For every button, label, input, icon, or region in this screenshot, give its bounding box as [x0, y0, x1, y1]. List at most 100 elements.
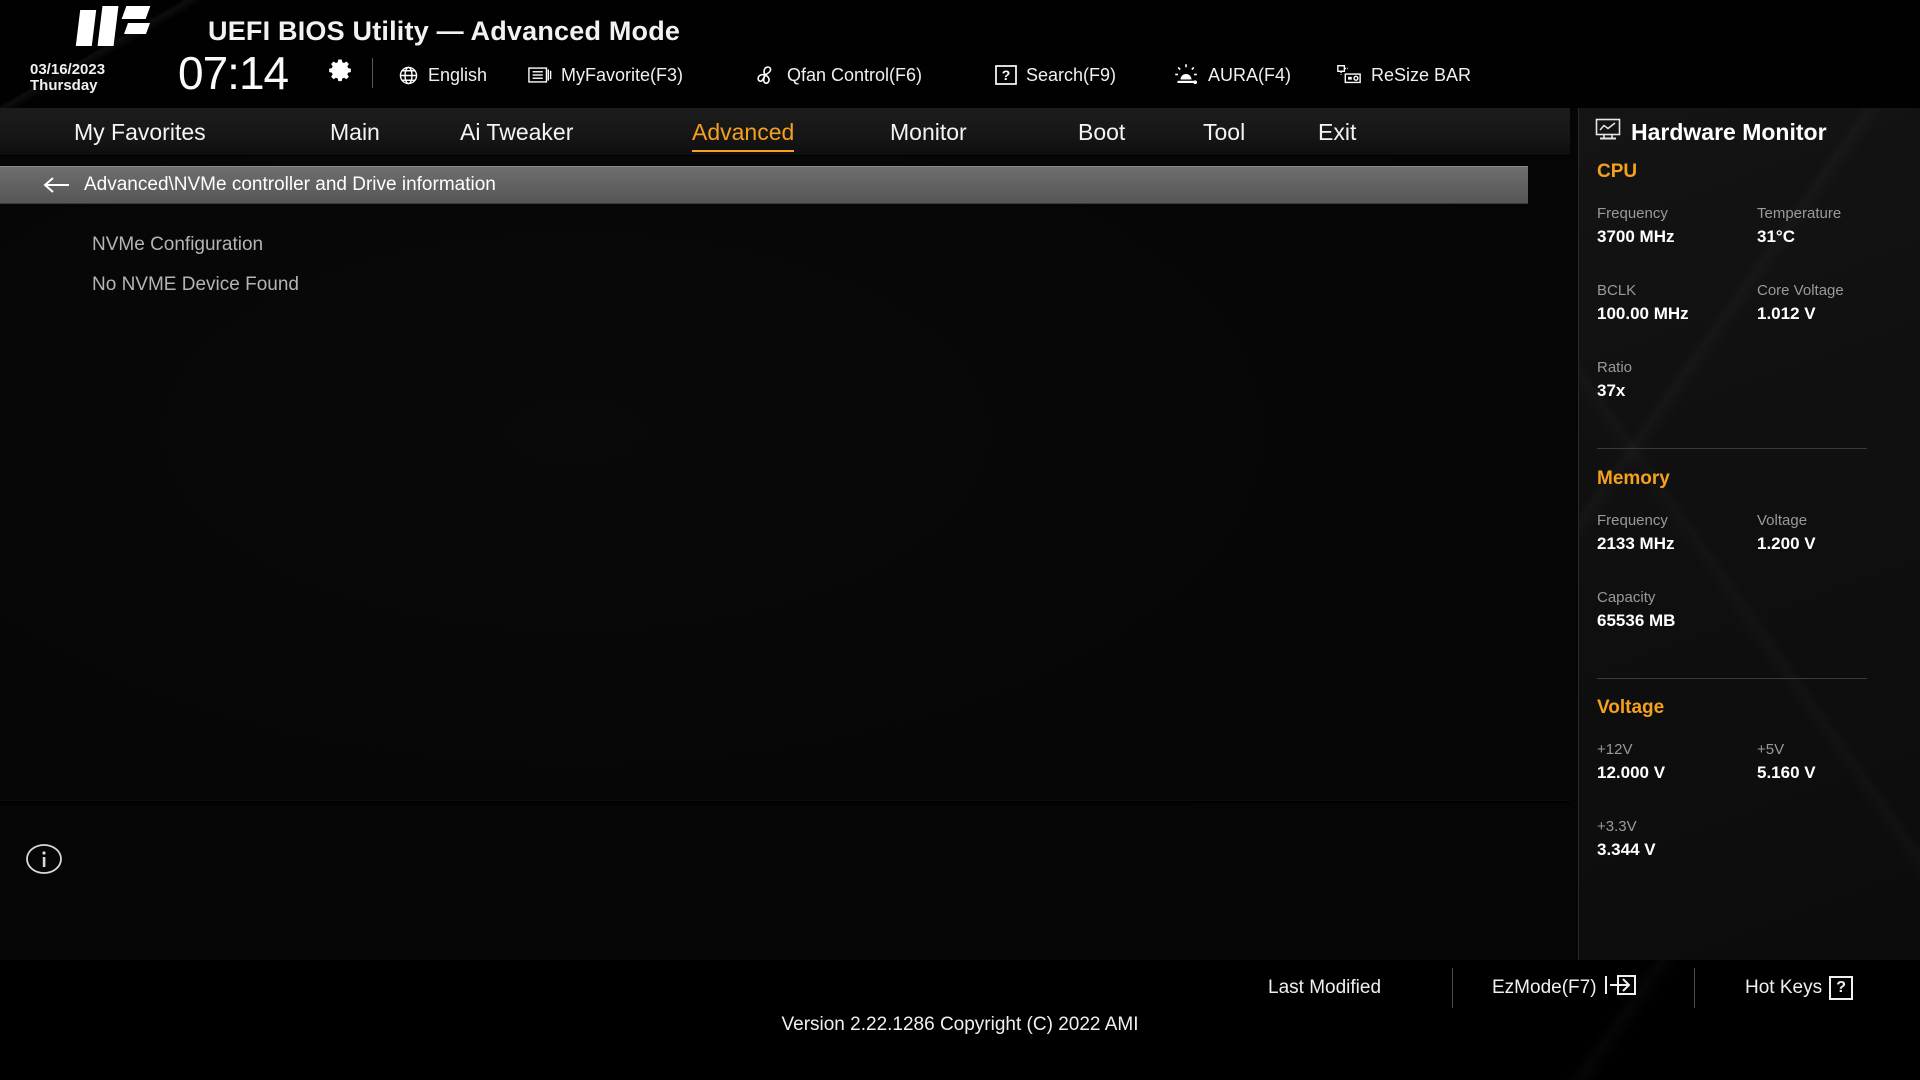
- field-label: Temperature: [1757, 205, 1841, 222]
- tab-exit[interactable]: Exit: [1318, 108, 1356, 156]
- tab-label: Ai Tweaker: [460, 119, 573, 146]
- list-item: No NVME Device Found: [92, 270, 299, 300]
- field-value: 1.012 V: [1757, 304, 1844, 324]
- monitor-chart-icon: [1595, 118, 1621, 146]
- qfan-control-button[interactable]: Qfan Control(F6): [752, 60, 922, 90]
- field-voltage-5v: +5V 5.160 V: [1757, 741, 1816, 783]
- aura-label: AURA(F4): [1208, 65, 1291, 86]
- field-value: 31°C: [1757, 227, 1841, 247]
- field-value: 3700 MHz: [1597, 227, 1674, 247]
- hotkeys-button[interactable]: Hot Keys ?: [1745, 970, 1853, 1006]
- field-value: 5.160 V: [1757, 763, 1816, 783]
- field-label: +12V: [1597, 741, 1665, 758]
- tab-label: My Favorites: [74, 119, 206, 146]
- tab-advanced[interactable]: Advanced: [692, 108, 794, 156]
- info-icon[interactable]: [25, 840, 63, 878]
- header-divider: [372, 58, 373, 88]
- question-box-icon: ?: [1829, 976, 1853, 1000]
- field-label: Voltage: [1757, 512, 1816, 529]
- field-label: Frequency: [1597, 512, 1674, 529]
- field-value: 12.000 V: [1597, 763, 1665, 783]
- field-value: 3.344 V: [1597, 840, 1656, 860]
- field-label: +5V: [1757, 741, 1816, 758]
- tab-label: Monitor: [890, 119, 967, 146]
- tab-boot[interactable]: Boot: [1078, 108, 1125, 156]
- list-item-label: No NVME Device Found: [92, 274, 299, 296]
- field-label: +3.3V: [1597, 818, 1656, 835]
- search-label: Search(F9): [1026, 65, 1116, 86]
- page-title: UEFI BIOS Utility — Advanced Mode: [208, 16, 680, 47]
- myfavorite-label: MyFavorite(F3): [561, 65, 683, 86]
- gear-icon[interactable]: [327, 58, 353, 84]
- field-label: Frequency: [1597, 205, 1674, 222]
- last-modified-button[interactable]: Last Modified: [1268, 970, 1381, 1006]
- question-box-icon: ?: [995, 64, 1017, 86]
- section-divider: [1597, 678, 1867, 679]
- section-title-voltage: Voltage: [1597, 697, 1664, 719]
- hardware-monitor-panel: Hardware Monitor CPU Frequency 3700 MHz …: [1578, 108, 1920, 960]
- last-modified-label: Last Modified: [1268, 977, 1381, 999]
- field-voltage-12v: +12V 12.000 V: [1597, 741, 1665, 783]
- field-value: 1.200 V: [1757, 534, 1816, 554]
- svg-text:?: ?: [1002, 67, 1011, 83]
- hardware-monitor-header: Hardware Monitor: [1595, 118, 1827, 146]
- myfavorite-button[interactable]: MyFavorite(F3): [528, 60, 683, 90]
- aura-button[interactable]: AURA(F4): [1173, 60, 1291, 90]
- date-value: 03/16/2023: [30, 62, 105, 78]
- field-cpu-ratio: Ratio 37x: [1597, 359, 1632, 401]
- header-bar: UEFI BIOS Utility — Advanced Mode 03/16/…: [0, 0, 1920, 108]
- back-arrow-icon[interactable]: [42, 175, 72, 195]
- tab-monitor[interactable]: Monitor: [890, 108, 967, 156]
- breadcrumb[interactable]: Advanced\NVMe controller and Drive infor…: [0, 166, 1528, 204]
- field-memory-capacity: Capacity 65536 MB: [1597, 589, 1675, 631]
- ezmode-button[interactable]: EzMode(F7): [1492, 970, 1638, 1006]
- version-text: Version 2.22.1286 Copyright (C) 2022 AMI: [0, 1014, 1920, 1036]
- language-button[interactable]: English: [398, 60, 487, 90]
- section-title-memory: Memory: [1597, 468, 1670, 490]
- field-cpu-temperature: Temperature 31°C: [1757, 205, 1841, 247]
- content-divider: [0, 800, 1570, 806]
- tab-tool[interactable]: Tool: [1203, 108, 1245, 156]
- main-nav: My Favorites Main Ai Tweaker Advanced Mo…: [0, 108, 1570, 156]
- footer-divider: [1694, 968, 1695, 1008]
- tab-label: Boot: [1078, 119, 1125, 146]
- field-value: 2133 MHz: [1597, 534, 1674, 554]
- tab-ai-tweaker[interactable]: Ai Tweaker: [460, 108, 573, 156]
- aura-light-icon: [1173, 63, 1199, 87]
- field-voltage-33v: +3.3V 3.344 V: [1597, 818, 1656, 860]
- fan-icon: [752, 64, 778, 86]
- hardware-monitor-title: Hardware Monitor: [1631, 119, 1827, 146]
- ezmode-label: EzMode(F7): [1492, 977, 1597, 999]
- hotkeys-label: Hot Keys: [1745, 977, 1822, 999]
- section-divider: [1597, 448, 1867, 449]
- field-cpu-core-voltage: Core Voltage 1.012 V: [1757, 282, 1844, 324]
- tab-label: Advanced: [692, 119, 794, 146]
- search-button[interactable]: ? Search(F9): [995, 60, 1116, 90]
- tab-label: Tool: [1203, 119, 1245, 146]
- footer-bar: Last Modified EzMode(F7) Hot Keys ? Vers…: [0, 960, 1920, 1080]
- clock-display: 07:14: [178, 46, 288, 100]
- globe-icon: [398, 65, 419, 86]
- list-item-label: NVMe Configuration: [92, 234, 263, 256]
- settings-list: NVMe Configuration No NVME Device Found: [0, 204, 1570, 804]
- footer-divider: [1452, 968, 1453, 1008]
- field-value: 100.00 MHz: [1597, 304, 1689, 324]
- date-display: 03/16/2023 Thursday: [30, 62, 105, 94]
- tab-main[interactable]: Main: [330, 108, 380, 156]
- bios-screen: UEFI BIOS Utility — Advanced Mode 03/16/…: [0, 0, 1920, 1080]
- language-label: English: [428, 65, 487, 86]
- field-cpu-frequency: Frequency 3700 MHz: [1597, 205, 1674, 247]
- field-label: Core Voltage: [1757, 282, 1844, 299]
- exit-arrow-icon: [1604, 973, 1638, 1003]
- field-memory-voltage: Voltage 1.200 V: [1757, 512, 1816, 554]
- tab-label: Exit: [1318, 119, 1356, 146]
- resize-bar-button[interactable]: ReSize BAR: [1336, 60, 1471, 90]
- qfan-label: Qfan Control(F6): [787, 65, 922, 86]
- field-value: 37x: [1597, 381, 1632, 401]
- field-label: Ratio: [1597, 359, 1632, 376]
- tab-my-favorites[interactable]: My Favorites: [74, 108, 206, 156]
- field-label: BCLK: [1597, 282, 1689, 299]
- field-label: Capacity: [1597, 589, 1675, 606]
- list-item[interactable]: NVMe Configuration: [92, 230, 263, 260]
- weekday-value: Thursday: [30, 78, 105, 94]
